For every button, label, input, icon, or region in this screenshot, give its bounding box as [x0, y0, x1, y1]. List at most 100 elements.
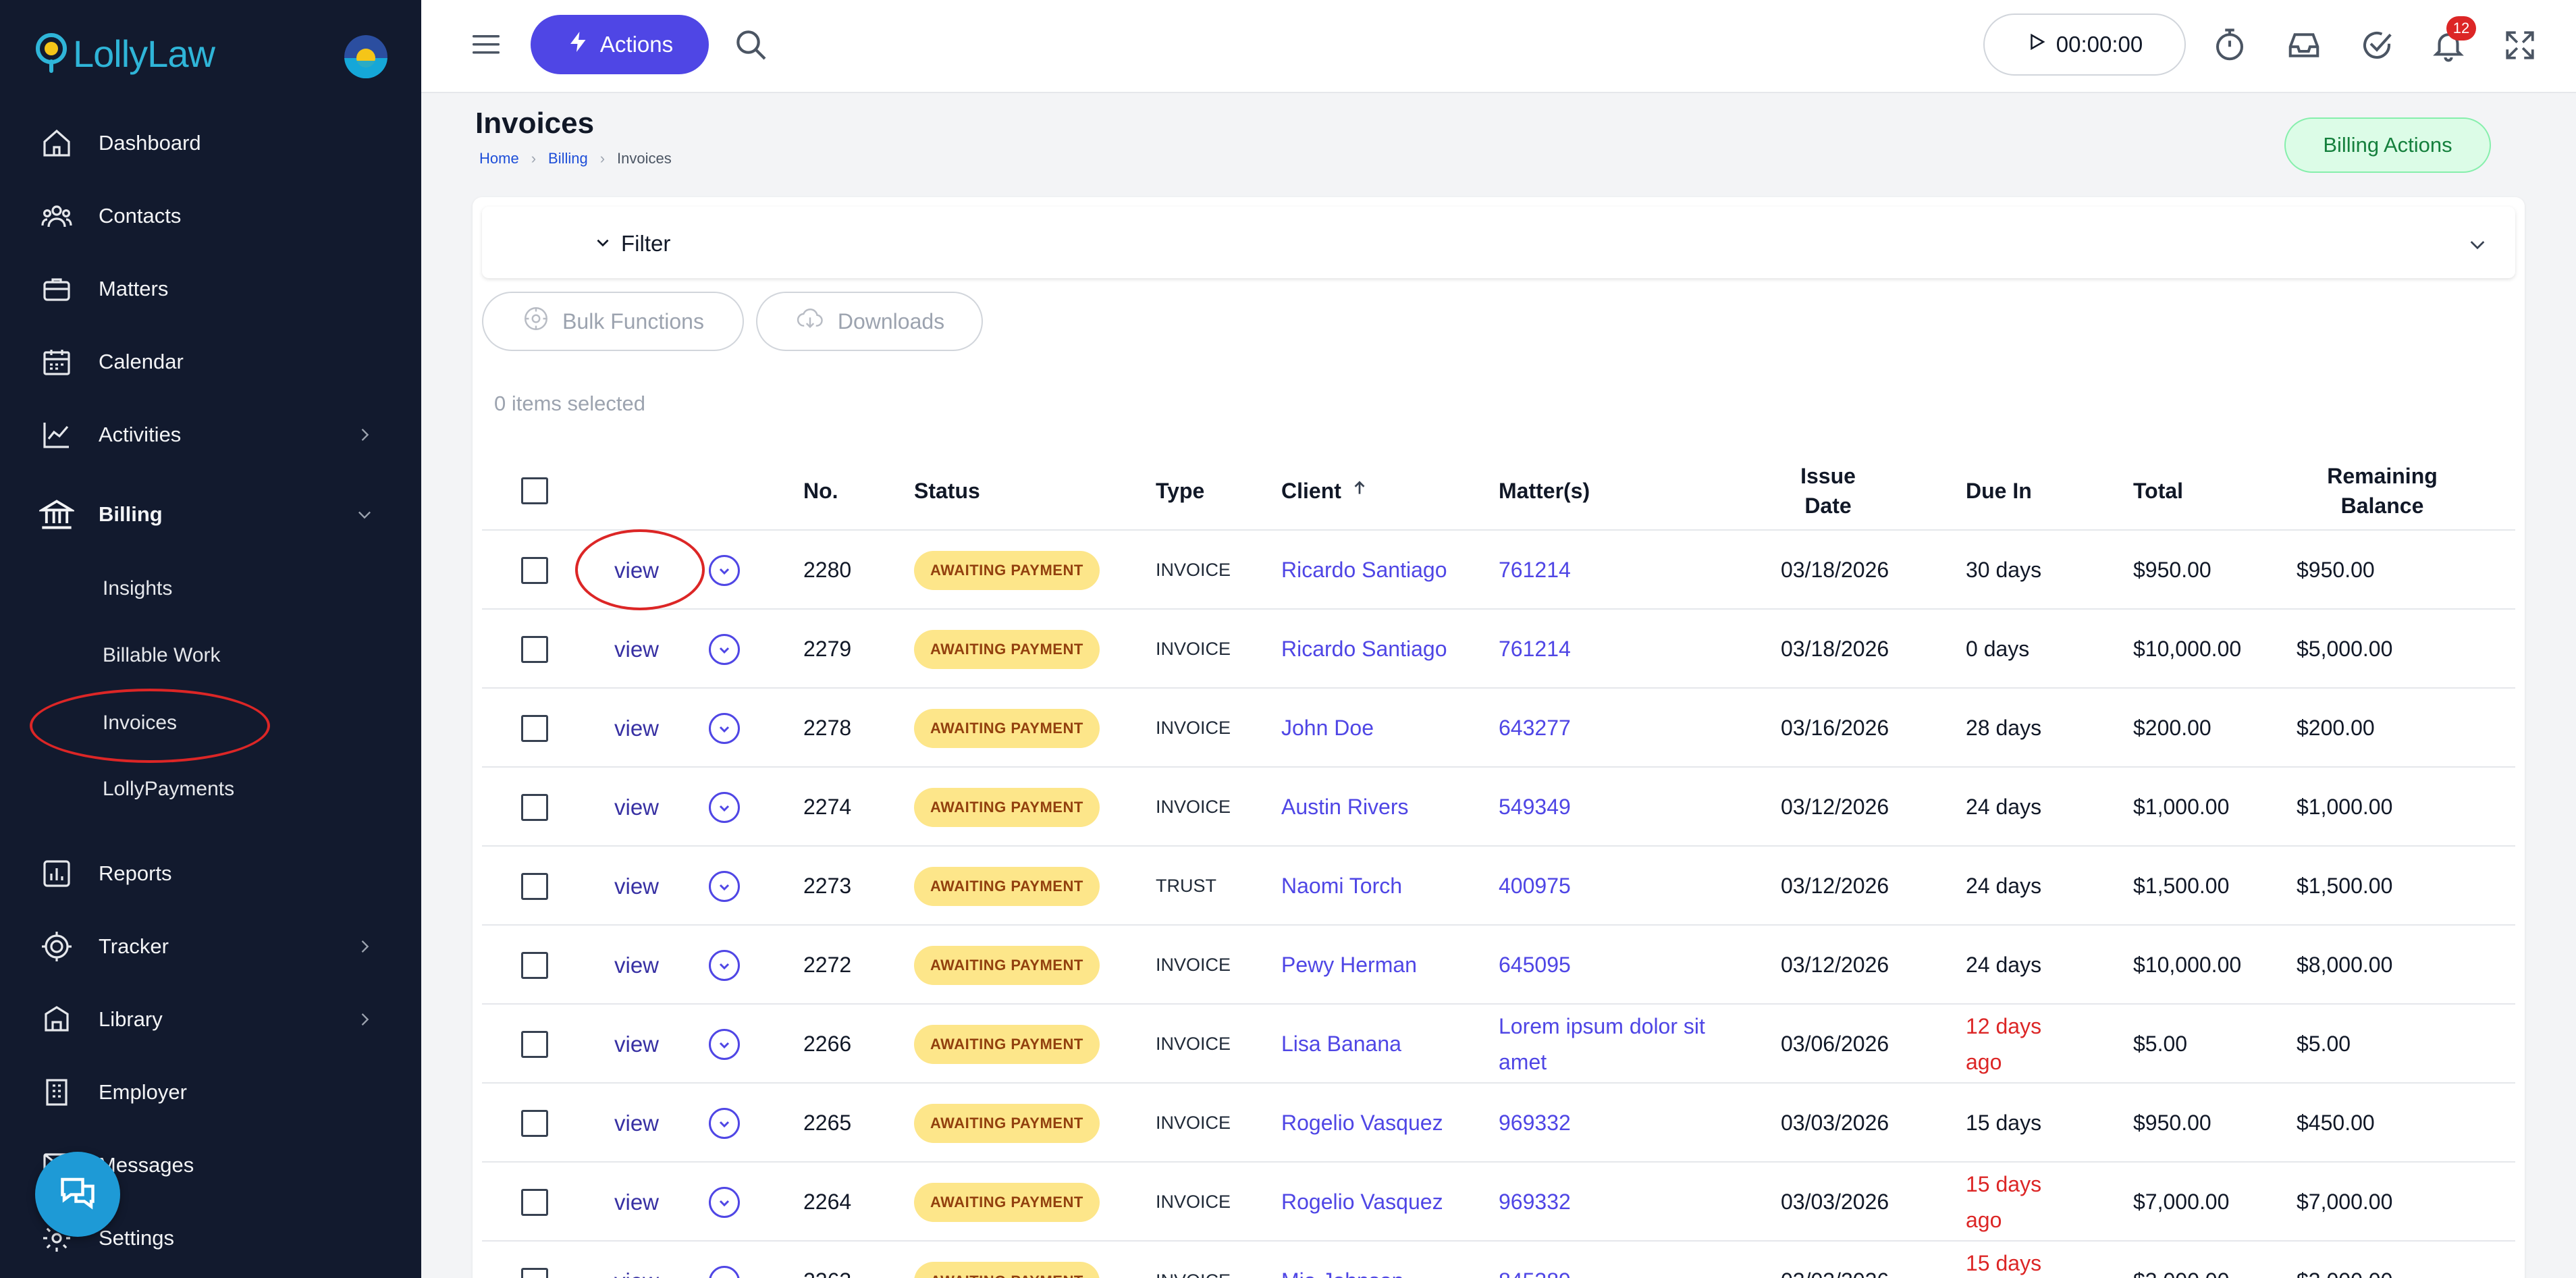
breadcrumb-billing[interactable]: Billing — [548, 150, 588, 167]
client-link[interactable]: Pewy Herman — [1281, 926, 1464, 1005]
sidebar-item-tracker[interactable]: Tracker — [0, 913, 421, 980]
billing-actions-button[interactable]: Billing Actions — [2284, 117, 2491, 173]
organization-avatar[interactable] — [344, 35, 387, 78]
actions-button[interactable]: Actions — [531, 15, 709, 74]
check-circle-icon[interactable] — [2357, 26, 2396, 65]
row-menu-chevron-icon[interactable] — [709, 633, 740, 665]
header-due-in[interactable]: Due In — [1966, 451, 2032, 531]
row-checkbox[interactable] — [521, 872, 548, 900]
view-link[interactable]: view — [614, 631, 659, 667]
sidebar-subitem-billable-work[interactable]: Billable Work — [0, 625, 421, 686]
row-checkbox[interactable] — [521, 1267, 548, 1278]
view-link[interactable]: view — [614, 710, 659, 746]
sidebar-subitem-lollypayments[interactable]: LollyPayments — [0, 759, 421, 820]
matter-link[interactable]: 845389 — [1499, 1242, 1742, 1278]
row-checkbox[interactable] — [521, 635, 548, 663]
client-link[interactable]: Ricardo Santiago — [1281, 610, 1464, 689]
downloads-button[interactable]: Downloads — [756, 292, 983, 351]
row-menu-chevron-icon[interactable] — [709, 949, 740, 981]
row-checkbox[interactable] — [521, 1109, 548, 1137]
client-link[interactable]: Ricardo Santiago — [1281, 531, 1464, 610]
sidebar-subitem-insights[interactable]: Insights — [0, 558, 421, 619]
row-menu-chevron-icon[interactable] — [709, 791, 740, 823]
client-link[interactable]: John Doe — [1281, 689, 1464, 768]
row-checkbox[interactable] — [521, 951, 548, 979]
row-checkbox[interactable] — [521, 556, 548, 584]
sidebar-item-calendar[interactable]: Calendar — [0, 328, 421, 396]
row-checkbox[interactable] — [521, 714, 548, 742]
table-row[interactable]: view 2280 AWAITING PAYMENT INVOICE Ricardo S… — [482, 531, 2515, 610]
table-row[interactable]: view 2274 AWAITING PAYMENT INVOICE Austin Ri… — [482, 768, 2515, 847]
hamburger-menu-icon[interactable] — [470, 30, 502, 59]
row-menu-chevron-icon[interactable] — [709, 1028, 740, 1060]
view-link[interactable]: view — [614, 947, 659, 983]
sidebar-subitem-invoices[interactable]: Invoices — [0, 693, 421, 753]
header-remaining-balance[interactable]: Remaining Balance — [2305, 451, 2460, 531]
sidebar-item-activities[interactable]: Activities — [0, 401, 421, 469]
client-link[interactable]: Austin Rivers — [1281, 768, 1464, 847]
breadcrumb-home[interactable]: Home — [479, 150, 519, 167]
header-total[interactable]: Total — [2133, 451, 2183, 531]
header-issue-date[interactable]: Issue Date — [1781, 451, 1875, 531]
row-menu-chevron-icon[interactable] — [709, 1186, 740, 1218]
table-row[interactable]: view 2264 AWAITING PAYMENT INVOICE Rogelio V… — [482, 1163, 2515, 1242]
sidebar-item-reports[interactable]: Reports — [0, 840, 421, 907]
chevron-down-icon[interactable] — [2467, 234, 2488, 259]
select-all-checkbox[interactable] — [521, 477, 548, 504]
client-link[interactable]: Lisa Banana — [1281, 1005, 1464, 1084]
row-menu-chevron-icon[interactable] — [709, 554, 740, 586]
table-row[interactable]: view 2278 AWAITING PAYMENT INVOICE John Doe 6… — [482, 689, 2515, 768]
view-link[interactable]: view — [614, 1105, 659, 1141]
client-link[interactable]: Rogelio Vasquez — [1281, 1084, 1464, 1163]
matter-link[interactable]: 645095 — [1499, 926, 1742, 1005]
row-menu-chevron-icon[interactable] — [709, 712, 740, 744]
view-link[interactable]: view — [614, 868, 659, 904]
bulk-functions-button[interactable]: Bulk Functions — [482, 292, 744, 351]
filter-panel[interactable]: Filter — [482, 207, 2515, 278]
sidebar-item-contacts[interactable]: Contacts — [0, 182, 421, 250]
sidebar-item-library[interactable]: Library — [0, 986, 421, 1053]
table-row[interactable]: view 2265 AWAITING PAYMENT INVOICE Rogelio V… — [482, 1084, 2515, 1163]
timer-button[interactable]: 00:00:00 — [1983, 14, 2186, 76]
matter-link[interactable]: 643277 — [1499, 689, 1742, 768]
sidebar-item-matters[interactable]: Matters — [0, 255, 421, 323]
matter-link[interactable]: 969332 — [1499, 1084, 1742, 1163]
table-row[interactable]: view 2272 AWAITING PAYMENT INVOICE Pewy Herm… — [482, 926, 2515, 1005]
matter-link[interactable]: Lorem ipsum dolor sit amet — [1499, 1005, 1742, 1084]
matter-link[interactable]: 400975 — [1499, 847, 1742, 926]
chat-button[interactable] — [35, 1152, 120, 1237]
filter-toggle[interactable]: Filter — [594, 231, 670, 257]
row-checkbox[interactable] — [521, 1188, 548, 1216]
app-logo[interactable]: LollyLaw — [35, 30, 215, 77]
view-link[interactable]: view — [614, 1184, 659, 1220]
table-row[interactable]: view 2273 AWAITING PAYMENT TRUST Naomi Torch… — [482, 847, 2515, 926]
row-checkbox[interactable] — [521, 793, 548, 821]
view-link[interactable]: view — [614, 1026, 659, 1062]
client-link[interactable]: Naomi Torch — [1281, 847, 1464, 926]
sidebar-item-employer[interactable]: Employer — [0, 1059, 421, 1126]
stopwatch-icon[interactable] — [2210, 26, 2249, 65]
sidebar-item-dashboard[interactable]: Dashboard — [0, 109, 421, 177]
row-menu-chevron-icon[interactable] — [709, 1265, 740, 1278]
matter-link[interactable]: 761214 — [1499, 610, 1742, 689]
search-icon[interactable] — [732, 26, 770, 63]
client-link[interactable]: Mia Johnson — [1281, 1242, 1464, 1278]
view-link[interactable]: view — [614, 789, 659, 825]
client-link[interactable]: Rogelio Vasquez — [1281, 1163, 1464, 1242]
inbox-icon[interactable] — [2284, 26, 2324, 65]
matter-link[interactable]: 549349 — [1499, 768, 1742, 847]
header-client[interactable]: Client — [1281, 451, 1368, 531]
fullscreen-icon[interactable] — [2500, 26, 2540, 65]
header-type[interactable]: Type — [1156, 451, 1204, 531]
table-row[interactable]: view 2266 AWAITING PAYMENT INVOICE Lisa Bana… — [482, 1005, 2515, 1084]
matter-link[interactable]: 761214 — [1499, 531, 1742, 610]
header-matters[interactable]: Matter(s) — [1499, 451, 1590, 531]
view-link[interactable]: view — [614, 552, 659, 588]
matter-link[interactable]: 969332 — [1499, 1163, 1742, 1242]
row-checkbox[interactable] — [521, 1030, 548, 1058]
table-row[interactable]: view 2263 AWAITING PAYMENT INVOICE Mia Johns… — [482, 1242, 2515, 1278]
table-row[interactable]: view 2279 AWAITING PAYMENT INVOICE Ricardo S… — [482, 610, 2515, 689]
header-status[interactable]: Status — [914, 451, 980, 531]
view-link[interactable]: view — [614, 1263, 659, 1278]
row-menu-chevron-icon[interactable] — [709, 1107, 740, 1139]
